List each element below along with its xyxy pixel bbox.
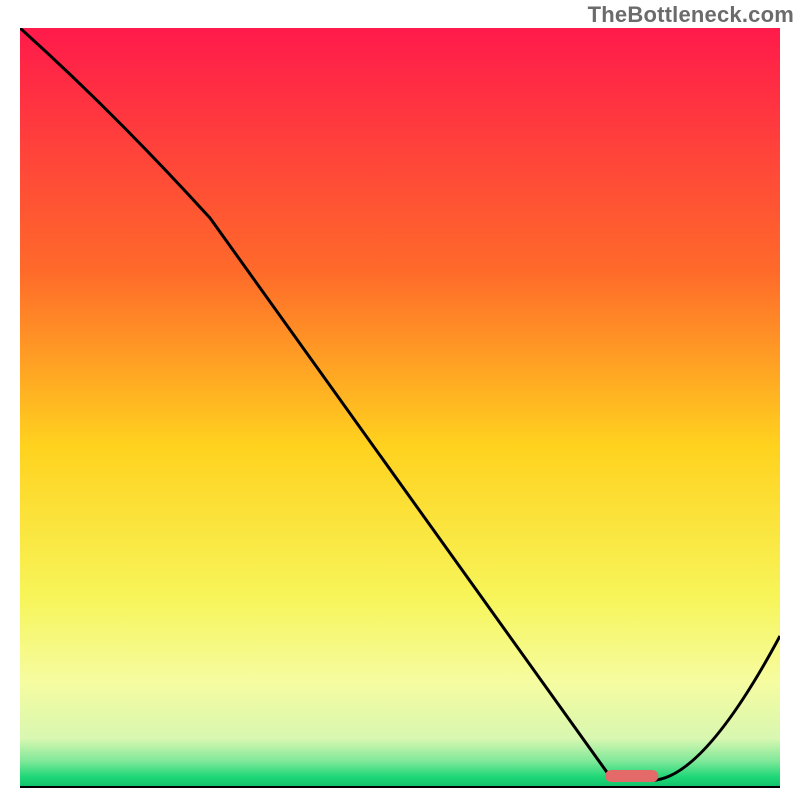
plot-area [20, 28, 780, 788]
chart-root: TheBottleneck.com [0, 0, 800, 800]
optimal-marker [605, 770, 658, 782]
gradient-rect [20, 28, 780, 788]
watermark-text: TheBottleneck.com [588, 2, 794, 28]
chart-svg [20, 28, 780, 788]
